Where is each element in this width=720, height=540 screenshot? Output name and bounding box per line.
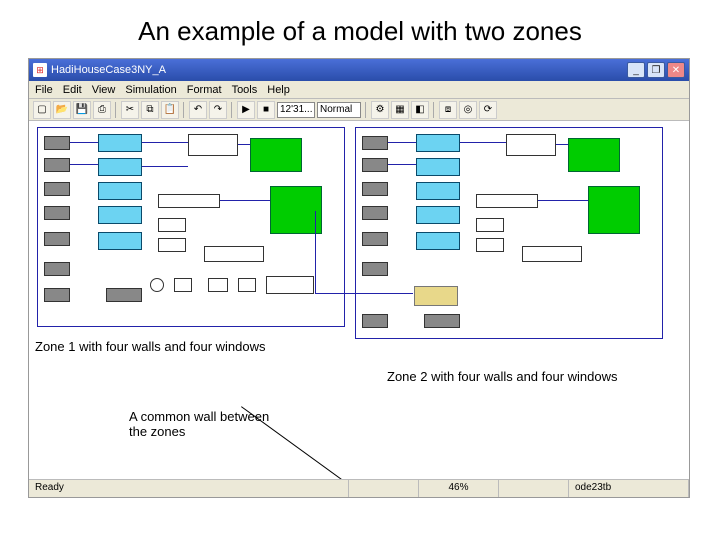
menu-view[interactable]: View [92, 84, 116, 96]
common-wall-block[interactable] [414, 286, 458, 306]
interzone-wire [315, 211, 316, 293]
wall-block[interactable] [362, 314, 388, 328]
src-block[interactable] [150, 278, 164, 292]
gain-block[interactable] [476, 194, 538, 208]
tri-block[interactable] [174, 278, 192, 292]
wall-block[interactable] [44, 158, 70, 172]
window-block[interactable] [98, 232, 142, 250]
toolbar: ▢ 📂 💾 ⎙ ✂ ⧉ 📋 ↶ ↷ ▶ ■ ⚙ ▦ ◧ ⧈ ◎ ⟳ [29, 99, 689, 121]
wall-block[interactable] [44, 232, 70, 246]
window-title: HadiHouseCase3NY_A [51, 64, 166, 76]
model-canvas[interactable]: Zone 1 with four walls and four windows … [29, 121, 689, 479]
wall-block[interactable] [362, 206, 388, 220]
stop-icon[interactable]: ■ [257, 101, 275, 119]
simulink-window: ⊞ HadiHouseCase3NY_A _ ❐ ✕ File Edit Vie… [28, 58, 690, 498]
wall-block[interactable] [362, 182, 388, 196]
close-button[interactable]: ✕ [667, 62, 685, 78]
undo-icon[interactable]: ↶ [189, 101, 207, 119]
statusbar: Ready 46% ode23tb [29, 479, 689, 497]
zone2-subsystem[interactable] [355, 127, 663, 339]
wall-block[interactable] [44, 136, 70, 150]
menu-tools[interactable]: Tools [232, 84, 258, 96]
zone1-subsystem[interactable] [37, 127, 345, 327]
wall-block[interactable] [362, 158, 388, 172]
mux-block[interactable] [188, 134, 238, 156]
wall-block[interactable] [362, 232, 388, 246]
play-icon[interactable]: ▶ [237, 101, 255, 119]
wall-block[interactable] [44, 182, 70, 196]
room-block[interactable] [250, 138, 302, 172]
window-block[interactable] [416, 158, 460, 176]
window-block[interactable] [98, 206, 142, 224]
const-block[interactable] [476, 238, 504, 252]
annotation-leader-line [241, 406, 347, 479]
scope-block[interactable] [266, 276, 314, 294]
build-icon[interactable]: ⧈ [439, 101, 457, 119]
window-block[interactable] [98, 182, 142, 200]
status-solver: ode23tb [569, 480, 689, 497]
redo-icon[interactable]: ↷ [209, 101, 227, 119]
zone2-annotation: Zone 2 with four walls and four windows [387, 369, 618, 384]
status-ready: Ready [29, 480, 349, 497]
paste-icon[interactable]: 📋 [161, 101, 179, 119]
maximize-button[interactable]: ❐ [647, 62, 665, 78]
interzone-wire [315, 293, 413, 294]
wall-block[interactable] [44, 206, 70, 220]
fcn-block[interactable] [522, 246, 582, 262]
window-block[interactable] [416, 232, 460, 250]
wall-block[interactable] [362, 136, 388, 150]
menubar: File Edit View Simulation Format Tools H… [29, 81, 689, 99]
print-icon[interactable]: ⎙ [93, 101, 111, 119]
gain-block[interactable] [158, 194, 220, 208]
const-block[interactable] [476, 218, 504, 232]
window-block[interactable] [416, 206, 460, 224]
window-block[interactable] [416, 182, 460, 200]
cut-icon[interactable]: ✂ [121, 101, 139, 119]
window-block[interactable] [416, 134, 460, 152]
tri-block[interactable] [238, 278, 256, 292]
status-zoom: 46% [419, 480, 499, 497]
wall-block[interactable] [44, 288, 70, 302]
floor-block[interactable] [106, 288, 142, 302]
wall-block[interactable] [44, 262, 70, 276]
sim-mode-field[interactable] [317, 102, 361, 118]
refresh-icon[interactable]: ⟳ [479, 101, 497, 119]
app-icon: ⊞ [33, 63, 47, 77]
wall-block[interactable] [362, 262, 388, 276]
room-block[interactable] [568, 138, 620, 172]
fcn-block[interactable] [204, 246, 264, 262]
zone1-annotation: Zone 1 with four walls and four windows [35, 339, 266, 354]
menu-help[interactable]: Help [267, 84, 290, 96]
menu-format[interactable]: Format [187, 84, 222, 96]
sim-time-field[interactable] [277, 102, 315, 118]
sink-block[interactable] [208, 278, 228, 292]
minimize-button[interactable]: _ [627, 62, 645, 78]
const-block[interactable] [158, 238, 186, 252]
menu-file[interactable]: File [35, 84, 53, 96]
mux-block[interactable] [506, 134, 556, 156]
window-block[interactable] [98, 134, 142, 152]
open-icon[interactable]: 📂 [53, 101, 71, 119]
slide-title: An example of a model with two zones [0, 0, 720, 57]
menu-edit[interactable]: Edit [63, 84, 82, 96]
config-icon[interactable]: ⚙ [371, 101, 389, 119]
scope-icon[interactable]: ◧ [411, 101, 429, 119]
floor-block[interactable] [424, 314, 460, 328]
window-block[interactable] [98, 158, 142, 176]
const-block[interactable] [158, 218, 186, 232]
menu-simulation[interactable]: Simulation [125, 84, 176, 96]
titlebar: ⊞ HadiHouseCase3NY_A _ ❐ ✕ [29, 59, 689, 81]
lib-icon[interactable]: ▦ [391, 101, 409, 119]
copy-icon[interactable]: ⧉ [141, 101, 159, 119]
save-icon[interactable]: 💾 [73, 101, 91, 119]
target-icon[interactable]: ◎ [459, 101, 477, 119]
new-icon[interactable]: ▢ [33, 101, 51, 119]
hvac-block[interactable] [588, 186, 640, 234]
